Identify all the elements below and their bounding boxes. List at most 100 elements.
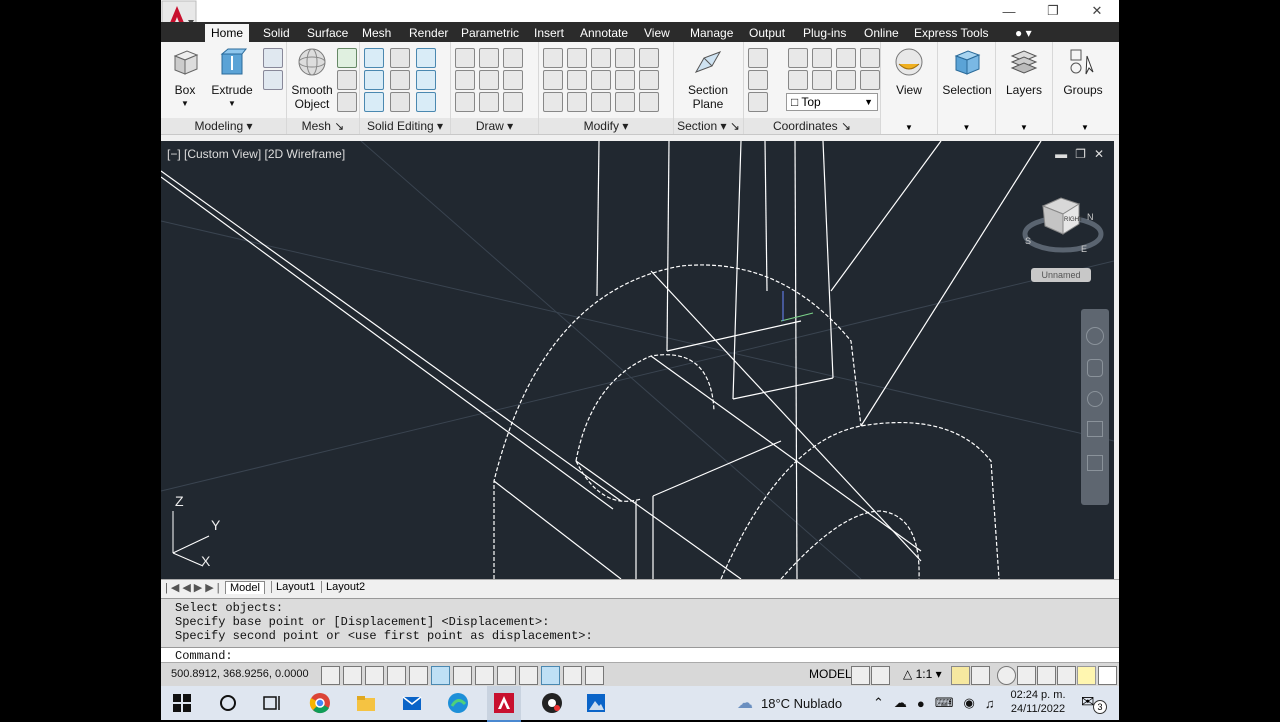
- minimize-icon[interactable]: —: [987, 0, 1031, 22]
- spline-icon[interactable]: [455, 70, 475, 90]
- tab-output[interactable]: Output: [743, 24, 791, 42]
- notifications-button[interactable]: ✉ 3: [1081, 692, 1107, 714]
- lineweight-icon[interactable]: [541, 666, 560, 685]
- clock[interactable]: 02:24 p. m. 24/11/2022: [1009, 688, 1067, 716]
- viewcube[interactable]: RIGHT S E N: [1021, 186, 1105, 256]
- microphone-icon[interactable]: ●: [917, 696, 925, 711]
- rotate-icon[interactable]: [591, 70, 611, 90]
- tab-express-tools[interactable]: Express Tools: [908, 24, 994, 42]
- extrude-button[interactable]: Extrude ▼: [209, 46, 255, 111]
- subtract-icon[interactable]: [364, 70, 384, 90]
- lock-ui-icon[interactable]: [1017, 666, 1036, 685]
- ucs-x-icon[interactable]: [812, 48, 832, 68]
- onedrive-icon[interactable]: ☁: [894, 695, 907, 711]
- viewport-maximize-icon[interactable]: ❐: [1075, 147, 1086, 161]
- polygon-icon[interactable]: [455, 92, 475, 112]
- steering-wheel-icon[interactable]: [1086, 327, 1104, 345]
- array-icon[interactable]: [567, 70, 587, 90]
- union-icon[interactable]: [364, 48, 384, 68]
- infer-constraints-icon[interactable]: [321, 666, 340, 685]
- chrome-icon[interactable]: [309, 692, 331, 714]
- restore-icon[interactable]: ❐: [1031, 0, 1075, 22]
- dynamic-input-icon[interactable]: [519, 666, 538, 685]
- align-icon[interactable]: [543, 70, 563, 90]
- orbit-icon[interactable]: [1087, 421, 1103, 437]
- autocad-taskbar-button[interactable]: [487, 686, 521, 722]
- offset-icon[interactable]: [639, 70, 659, 90]
- copy-icon[interactable]: [615, 70, 635, 90]
- tab-insert[interactable]: Insert: [528, 24, 570, 42]
- slice-icon[interactable]: [390, 70, 410, 90]
- file-explorer-icon[interactable]: [355, 692, 377, 714]
- ucs-z-icon[interactable]: [836, 70, 856, 90]
- edge-icon[interactable]: [447, 692, 469, 714]
- hardware-acceleration-icon[interactable]: [1037, 666, 1056, 685]
- mesh-panel-label[interactable]: Mesh ↘: [287, 118, 359, 134]
- tab-model[interactable]: Model: [225, 581, 265, 594]
- windows-start-icon[interactable]: [171, 692, 193, 714]
- tab-mesh[interactable]: Mesh: [356, 24, 397, 42]
- volume-icon[interactable]: ♫: [985, 696, 995, 711]
- tab-home[interactable]: Home: [205, 24, 250, 42]
- isolate-objects-icon[interactable]: [1057, 666, 1076, 685]
- line-icon[interactable]: [479, 70, 499, 90]
- imprint-icon[interactable]: [416, 70, 436, 90]
- tab-layout1[interactable]: Layout1: [271, 581, 319, 593]
- ucs-origin-icon[interactable]: [748, 92, 768, 112]
- ribbon-options-icon[interactable]: ● ▾: [1009, 24, 1038, 42]
- selection-cycling-icon[interactable]: [585, 666, 604, 685]
- view-button[interactable]: View: [887, 46, 931, 97]
- clean-screen-icon[interactable]: [1098, 666, 1117, 685]
- box-button[interactable]: Box ▼: [165, 46, 205, 111]
- tab-layout2[interactable]: Layout2: [321, 581, 369, 593]
- helix-icon[interactable]: [479, 48, 499, 68]
- smooth-object-button[interactable]: Smooth Object: [289, 46, 335, 111]
- viewport-minimize-icon[interactable]: ▬: [1055, 147, 1067, 161]
- chevron-up-icon[interactable]: ⌃: [873, 695, 884, 711]
- obs-record-icon[interactable]: [541, 692, 563, 714]
- weather-widget[interactable]: ☁ 18°C Nublado: [737, 686, 842, 720]
- section-panel-label[interactable]: Section ▾ ↘: [674, 118, 743, 134]
- presspull-icon[interactable]: [263, 48, 283, 68]
- tab-view[interactable]: View: [638, 24, 676, 42]
- tab-annotate[interactable]: Annotate: [574, 24, 634, 42]
- quick-view-drawings-icon[interactable]: [871, 666, 890, 685]
- stretch-icon[interactable]: [639, 48, 659, 68]
- modeling-panel-label[interactable]: Modeling ▾: [161, 118, 286, 134]
- task-view-icon[interactable]: [261, 692, 283, 714]
- showmotion-icon[interactable]: [1087, 455, 1103, 471]
- zoom-icon[interactable]: [1087, 391, 1103, 407]
- erase-icon[interactable]: [543, 92, 563, 112]
- annotation-visibility-icon[interactable]: [951, 666, 970, 685]
- keyboard-icon[interactable]: ⌨: [935, 695, 954, 711]
- extract-edges-icon[interactable]: [416, 48, 436, 68]
- tab-solid[interactable]: Solid: [257, 24, 296, 42]
- tab-manage[interactable]: Manage: [684, 24, 739, 42]
- tab-render[interactable]: Render: [403, 24, 454, 42]
- ellipse-icon[interactable]: [503, 92, 523, 112]
- transparency-icon[interactable]: [563, 666, 582, 685]
- named-view-select[interactable]: Unnamed: [1031, 268, 1091, 282]
- view-select[interactable]: □ Top ▼: [786, 93, 878, 111]
- mirror-icon[interactable]: [615, 48, 635, 68]
- ucs-view-icon[interactable]: [788, 48, 808, 68]
- rectangle-icon[interactable]: [479, 92, 499, 112]
- model-space-toggle[interactable]: MODEL: [809, 667, 852, 681]
- network-icon[interactable]: ◉: [964, 695, 975, 711]
- snap-mode-icon[interactable]: [343, 666, 362, 685]
- search-icon[interactable]: [217, 692, 239, 714]
- ucs-object-icon[interactable]: [812, 70, 832, 90]
- workspace-gear-icon[interactable]: [997, 666, 1016, 685]
- dynamic-ucs-icon[interactable]: [497, 666, 516, 685]
- ucs-y-icon[interactable]: [836, 48, 856, 68]
- close-icon[interactable]: ✕: [1075, 0, 1119, 22]
- mesh-crease-icon[interactable]: [337, 92, 357, 112]
- rotate3d-icon[interactable]: [567, 48, 587, 68]
- circle-icon[interactable]: [503, 70, 523, 90]
- polysolid-icon[interactable]: [263, 70, 283, 90]
- viewport-close-icon[interactable]: ✕: [1094, 147, 1104, 161]
- intersect-icon[interactable]: [364, 92, 384, 112]
- interfere-icon[interactable]: [390, 48, 410, 68]
- layers-button[interactable]: Layers: [1002, 46, 1046, 97]
- solid-editing-panel-label[interactable]: Solid Editing ▾: [360, 118, 450, 134]
